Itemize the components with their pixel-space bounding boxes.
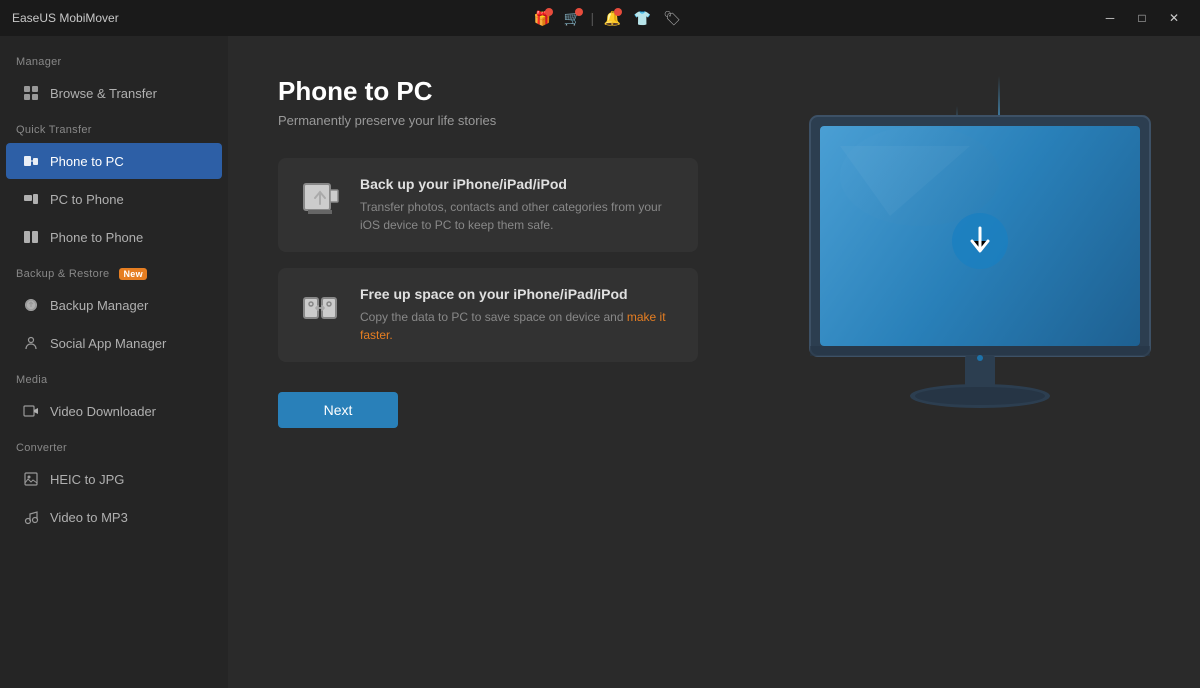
sidebar: Manager Browse & Transfer Quick Transfer…: [0, 36, 228, 688]
sidebar-item-browse-transfer[interactable]: Browse & Transfer: [6, 75, 222, 111]
sidebar-item-heic-to-jpg[interactable]: HEIC to JPG: [6, 461, 222, 497]
content-area: Phone to PC Permanently preserve your li…: [228, 36, 1200, 688]
backup-feature-icon: [298, 176, 342, 220]
backup-card-desc: Transfer photos, contacts and other cate…: [360, 198, 678, 234]
sidebar-label-video-downloader: Video Downloader: [50, 404, 156, 419]
gift-icon[interactable]: 🎁: [531, 6, 555, 30]
backup-icon: [22, 296, 40, 314]
maximize-button[interactable]: □: [1128, 7, 1156, 29]
section-label-backup: Backup & Restore New: [0, 256, 228, 286]
monitor-illustration: [790, 96, 1170, 496]
freespace-feature-icon: [298, 286, 342, 330]
mp3-icon: [22, 508, 40, 526]
freespace-card-text: Free up space on your iPhone/iPad/iPod C…: [360, 286, 678, 344]
backup-card-title: Back up your iPhone/iPad/iPod: [360, 176, 678, 192]
feature-card-freespace: Free up space on your iPhone/iPad/iPod C…: [278, 268, 698, 362]
backup-card-text: Back up your iPhone/iPad/iPod Transfer p…: [360, 176, 678, 234]
app-title: EaseUS MobiMover: [12, 11, 119, 25]
section-label-quick-transfer: Quick Transfer: [0, 112, 228, 142]
sidebar-label-social-app-manager: Social App Manager: [50, 336, 166, 351]
section-label-media: Media: [0, 362, 228, 392]
bell-icon[interactable]: 🔔: [600, 6, 624, 30]
main-layout: Manager Browse & Transfer Quick Transfer…: [0, 36, 1200, 688]
pc-phone-icon: [22, 190, 40, 208]
feature-cards: Back up your iPhone/iPad/iPod Transfer p…: [278, 158, 698, 362]
sidebar-item-backup-manager[interactable]: Backup Manager: [6, 287, 222, 323]
discount-icon[interactable]: 🏷: [660, 6, 684, 30]
bell-badge: [614, 8, 622, 16]
phone-phone-icon: [22, 228, 40, 246]
freespace-card-title: Free up space on your iPhone/iPad/iPod: [360, 286, 678, 302]
sidebar-item-pc-to-phone[interactable]: PC to Phone: [6, 181, 222, 217]
phone-pc-icon: [22, 152, 40, 170]
sidebar-label-pc-to-phone: PC to Phone: [50, 192, 124, 207]
sidebar-item-video-downloader[interactable]: Video Downloader: [6, 393, 222, 429]
social-icon: [22, 334, 40, 352]
new-badge: New: [119, 268, 146, 280]
separator: |: [591, 10, 595, 26]
title-bar: EaseUS MobiMover 🎁 🛒 | 🔔 👕 🏷 ─ □ ✕: [0, 0, 1200, 36]
sidebar-label-browse-transfer: Browse & Transfer: [50, 86, 157, 101]
shirt-icon[interactable]: 👕: [630, 6, 654, 30]
grid-icon: [22, 84, 40, 102]
cart-icon[interactable]: 🛒: [561, 6, 585, 30]
close-button[interactable]: ✕: [1160, 7, 1188, 29]
sidebar-label-phone-to-phone: Phone to Phone: [50, 230, 143, 245]
highlight-text: make it faster.: [360, 310, 666, 342]
title-bar-left: EaseUS MobiMover: [12, 11, 119, 25]
title-bar-icons: 🎁 🛒 | 🔔 👕 🏷: [531, 6, 685, 30]
video-icon: [22, 402, 40, 420]
window-controls: ─ □ ✕: [1096, 7, 1188, 29]
section-label-manager: Manager: [0, 44, 228, 74]
gift-badge: [545, 8, 553, 16]
next-button[interactable]: Next: [278, 392, 398, 428]
heic-icon: [22, 470, 40, 488]
sidebar-item-phone-to-pc[interactable]: Phone to PC: [6, 143, 222, 179]
minimize-button[interactable]: ─: [1096, 7, 1124, 29]
sidebar-item-social-app-manager[interactable]: Social App Manager: [6, 325, 222, 361]
sidebar-label-backup-manager: Backup Manager: [50, 298, 148, 313]
sidebar-item-video-to-mp3[interactable]: Video to MP3: [6, 499, 222, 535]
sidebar-label-phone-to-pc: Phone to PC: [50, 154, 124, 169]
feature-card-backup: Back up your iPhone/iPad/iPod Transfer p…: [278, 158, 698, 252]
sidebar-item-phone-to-phone[interactable]: Phone to Phone: [6, 219, 222, 255]
sidebar-label-video-to-mp3: Video to MP3: [50, 510, 128, 525]
section-label-converter: Converter: [0, 430, 228, 460]
cart-badge: [575, 8, 583, 16]
sidebar-label-heic-to-jpg: HEIC to JPG: [50, 472, 124, 487]
freespace-card-desc: Copy the data to PC to save space on dev…: [360, 308, 678, 344]
